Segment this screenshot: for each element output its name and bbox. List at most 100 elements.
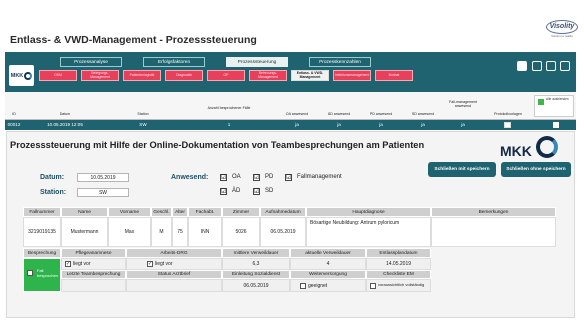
subtab-diagnostik[interactable]: Diagnostik bbox=[165, 70, 203, 81]
subtab-entlass-vwd[interactable]: Entlass- & VWD- Management bbox=[291, 70, 329, 81]
col-anzahl: Anzahl besprochener Fälle bbox=[207, 106, 251, 110]
checkliste-cell[interactable]: voraussichtlich vollständig bbox=[366, 279, 431, 292]
pflege-checkbox[interactable]: ✓ bbox=[65, 261, 71, 267]
cell-ad: ja bbox=[337, 122, 341, 127]
cell-anzahl: 1 bbox=[227, 122, 231, 127]
close-save-button[interactable]: Schließen mit speichern bbox=[428, 162, 496, 177]
pd-label: PD bbox=[265, 174, 274, 180]
home-icon[interactable] bbox=[532, 61, 542, 71]
top-toolbar: MKK Prozessanalyse Erfolgsfaktoren Proze… bbox=[5, 52, 576, 92]
cell-station: SW bbox=[139, 122, 147, 127]
weiter-checkbox[interactable] bbox=[300, 282, 306, 289]
th-mittlere-verweildauer: mittlere Verweildauer bbox=[222, 248, 290, 258]
cell-hauptdiagnose: Bösartige Neubildung: Antrum pyloricum bbox=[306, 217, 431, 247]
table-row[interactable]: 00012 10.05.2019 12:05 SW 1 ja ja ja ja … bbox=[5, 120, 576, 130]
th-weiterversorgung: Weiterversorgung bbox=[290, 270, 366, 279]
slide-title: Entlass- & VWD-Management - Prozesssteue… bbox=[10, 34, 257, 46]
oa-checkbox[interactable]: ☑ bbox=[220, 174, 227, 181]
th-aufnahmedatum: Aufnahmedatum bbox=[260, 207, 306, 217]
sd-label: SD bbox=[265, 188, 274, 194]
fall-besprochen-cell[interactable]: ✓ Fall besprochen bbox=[23, 258, 61, 292]
col-protokoll: Protokollvorlagen bbox=[494, 112, 522, 116]
pd-checkbox[interactable]: ☑ bbox=[253, 174, 260, 181]
cell-vorname: Max bbox=[108, 217, 151, 247]
app-logo: MKK bbox=[9, 65, 34, 86]
cell-fallmanagement: ja bbox=[461, 122, 465, 127]
tab-erfolgsfaktoren[interactable]: Erfolgsfaktoren bbox=[143, 57, 205, 67]
th-pflegeanamnese: Pflegeanamnese bbox=[61, 248, 126, 258]
oa-label: OA bbox=[232, 174, 241, 180]
entlassplan-cell: 14.05.2019 bbox=[366, 258, 431, 270]
th-vorname: Vorname bbox=[108, 207, 151, 217]
mvd-cell: 6,3 bbox=[222, 258, 290, 270]
col-ad: ÄD anwesend bbox=[327, 112, 351, 116]
weiterversorgung-cell[interactable]: geeignet bbox=[290, 279, 366, 292]
th-geschl: Geschl. bbox=[151, 207, 172, 217]
back-icon[interactable] bbox=[560, 61, 570, 71]
cell-fallnummer: 3219019135 bbox=[23, 217, 61, 247]
th-fallnummer: Fallnummer bbox=[23, 207, 61, 217]
checkliste-checkbox[interactable] bbox=[370, 282, 376, 289]
col-id: ID bbox=[12, 112, 16, 116]
subtab-betreuungs-management[interactable]: Betreuungs- Management bbox=[249, 70, 287, 81]
ad-checkbox[interactable]: ☑ bbox=[220, 188, 227, 195]
pflege-value: liegt vor bbox=[73, 261, 91, 267]
protocol-template-icon[interactable] bbox=[504, 122, 511, 128]
th-hauptdiagnose: Hauptdiagnose bbox=[306, 207, 431, 217]
weiter-value: geeignet bbox=[308, 282, 328, 289]
col-oa: OA anwesend bbox=[285, 112, 309, 116]
subtab-osm[interactable]: OSM bbox=[39, 70, 77, 81]
avd-cell: 4 bbox=[290, 258, 366, 270]
close-nosave-button[interactable]: Schließen ohne speichern bbox=[501, 162, 571, 177]
th-arbeits-drg: Arbeits-DRG bbox=[126, 248, 222, 258]
subtab-op[interactable]: OP bbox=[207, 70, 245, 81]
th-fachabt: Fachabt. bbox=[188, 207, 222, 217]
th-status-arztbrief: Status Arztbrief bbox=[126, 270, 222, 279]
tab-prozessanalyse[interactable]: Prozessanalyse bbox=[60, 57, 122, 67]
cell-pd: ja bbox=[379, 122, 383, 127]
legend-label: Alle ausblenden bbox=[546, 97, 569, 101]
save-icon[interactable] bbox=[517, 61, 527, 71]
drg-checkbox[interactable]: ✓ bbox=[147, 261, 153, 267]
brand-tagline: Visions to reality bbox=[551, 34, 573, 38]
anwesend-label: Anwesend: bbox=[171, 174, 209, 181]
session-table-header: ID Datum Station Anzahl besprochener Fäl… bbox=[5, 92, 576, 120]
th-name: Name bbox=[61, 207, 108, 217]
subtab-infektionsmanagement[interactable]: Infektionsmanagement bbox=[333, 70, 371, 81]
fallmanagement-label: Fallmanagement bbox=[297, 174, 342, 180]
green-legend-swatch bbox=[538, 99, 544, 105]
legend-hide-all[interactable]: Alle ausblenden bbox=[534, 95, 574, 117]
cell-oa: ja bbox=[295, 122, 299, 127]
cell-alter: 75 bbox=[172, 217, 188, 247]
tab-prozesskennzahlen[interactable]: Prozesskennzahlen bbox=[309, 57, 371, 67]
form-title: Prozesssteuerung mit Hilfe der Online-Do… bbox=[10, 140, 425, 150]
mkk-logo-text: MKK bbox=[500, 143, 532, 159]
th-einleitung-sozialdienst: Einleitung Sozialdienst bbox=[222, 270, 290, 279]
print-checkbox[interactable] bbox=[553, 122, 559, 128]
einleitung-cell: 06.05.2019 bbox=[222, 279, 290, 292]
drg-cell[interactable]: ✓ liegt vor bbox=[126, 258, 222, 270]
th-letzte-teambesprechung: Letzte Teambesprechung bbox=[61, 270, 126, 279]
pflegeanamnese-cell[interactable]: ✓ liegt vor bbox=[61, 258, 126, 270]
datum-field[interactable]: 10.05.2019 bbox=[77, 173, 129, 182]
drg-value: liegt vor bbox=[155, 261, 173, 267]
cell-bemerkungen[interactable] bbox=[431, 217, 556, 247]
process-form: Prozesssteuerung mit Hilfe der Online-Do… bbox=[6, 131, 575, 318]
sd-checkbox[interactable]: ☑ bbox=[253, 188, 260, 195]
th-alter: Alter bbox=[172, 207, 188, 217]
col-station: Station bbox=[137, 112, 149, 116]
subtab-bonbat[interactable]: Bonbat bbox=[375, 70, 413, 81]
checkliste-value: voraussichtlich vollständig bbox=[378, 282, 425, 288]
subtab-belegungs-management[interactable]: Belegungs- Management bbox=[81, 70, 119, 81]
cell-geschl: M bbox=[151, 217, 172, 247]
station-field[interactable]: SW bbox=[77, 188, 129, 197]
tab-prozesssteuerung[interactable]: Prozesssteuerung bbox=[226, 57, 288, 67]
fallmanagement-checkbox[interactable]: ☑ bbox=[285, 174, 292, 181]
cell-id: 00012 bbox=[7, 122, 21, 127]
col-datum: Datum bbox=[59, 112, 71, 116]
fall-besprochen-checkbox[interactable]: ✓ bbox=[27, 270, 33, 276]
subtab-patientenlogistik[interactable]: Patientenlogistik bbox=[123, 70, 161, 81]
mkk-swirl-icon bbox=[536, 136, 558, 158]
cell-fachabt: INN bbox=[188, 217, 222, 247]
window-icon[interactable] bbox=[546, 61, 556, 71]
